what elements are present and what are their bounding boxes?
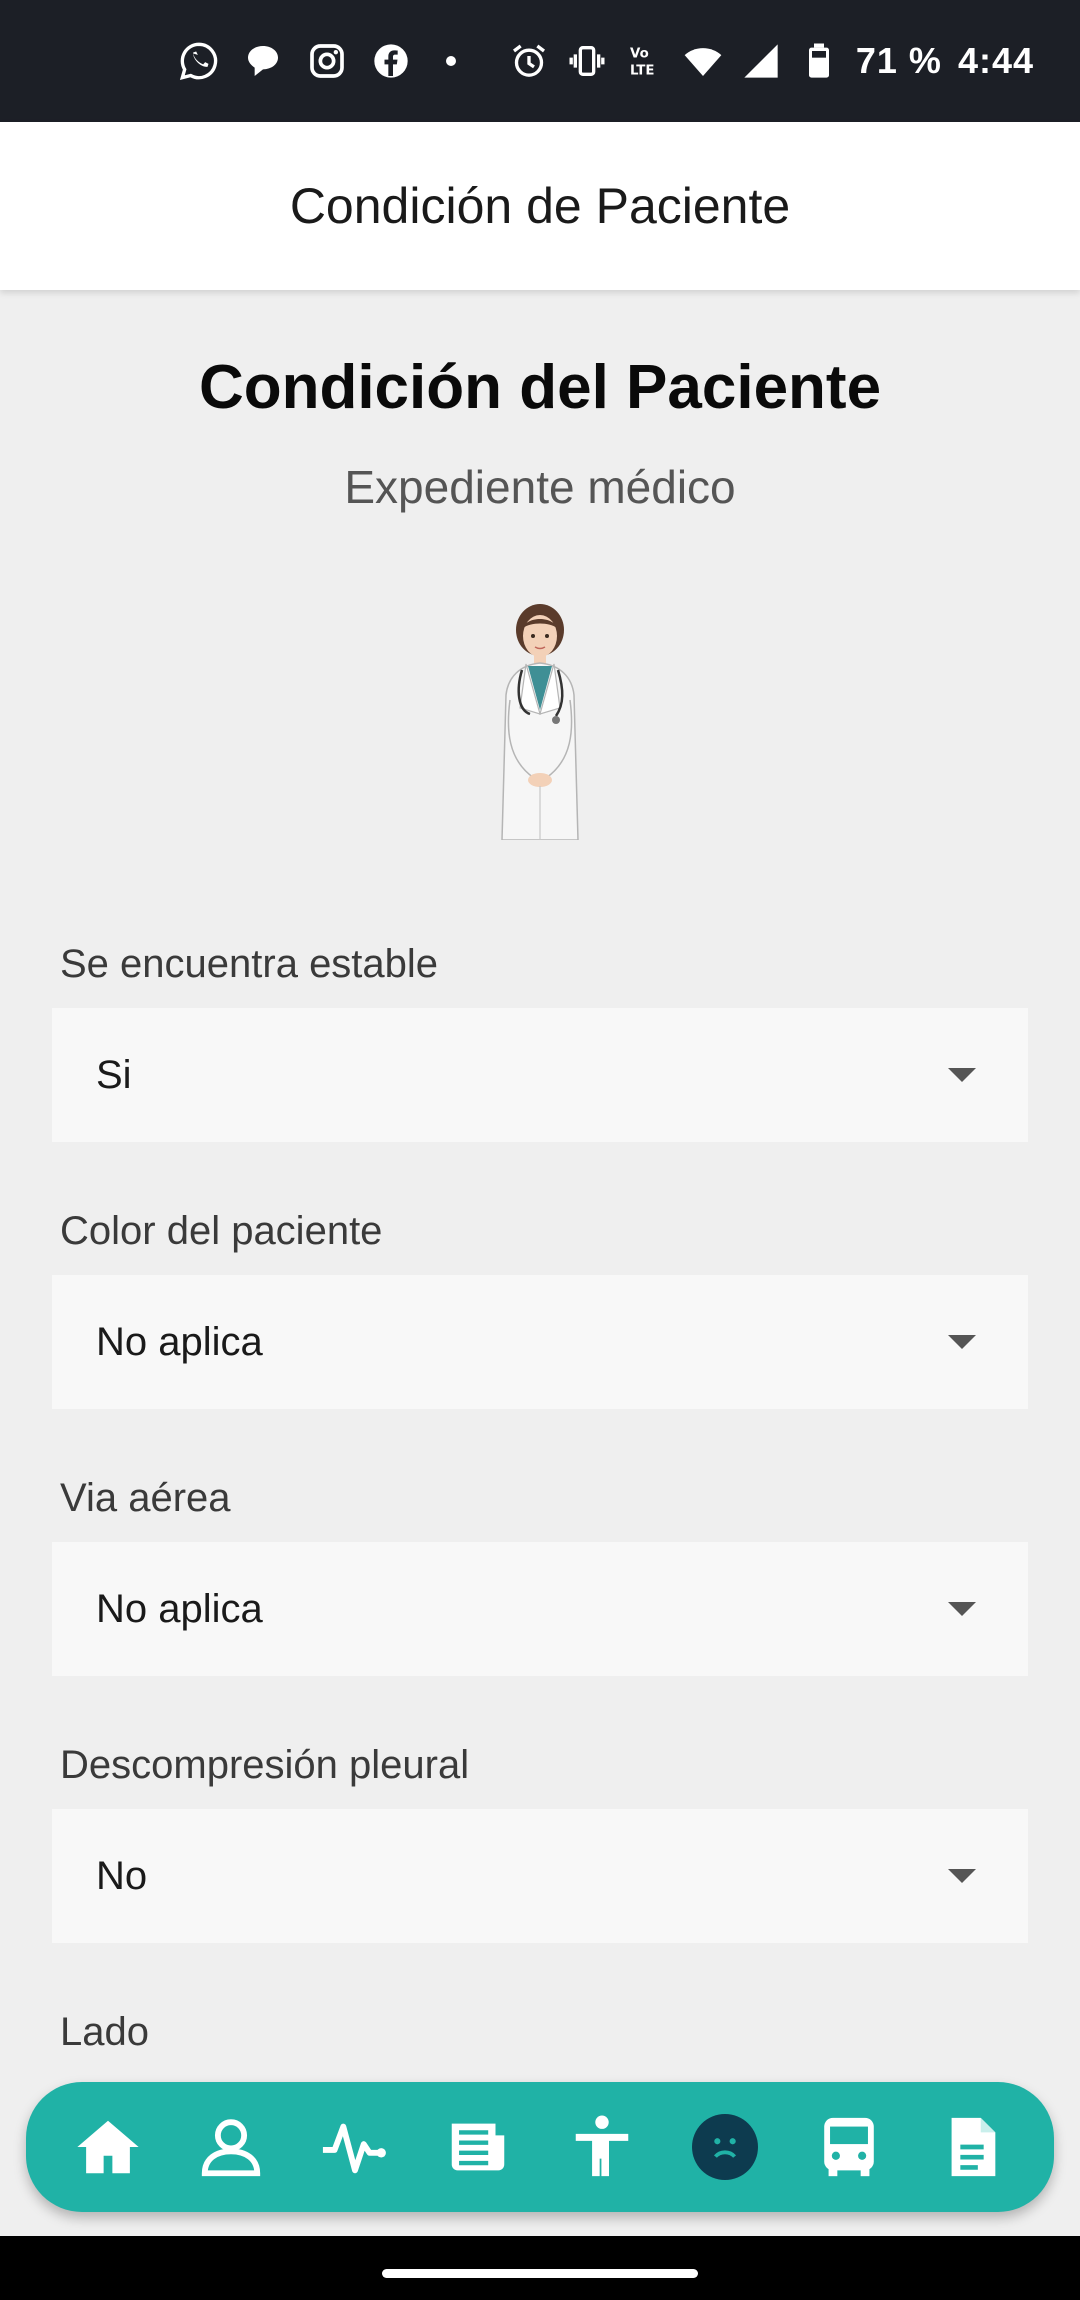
signal-icon <box>740 40 782 82</box>
person-icon <box>202 2119 261 2177</box>
estable-select-value: Si <box>96 1052 132 1097</box>
field-label-descompresion: Descompresión pleural <box>60 1743 470 1787</box>
page-subtitle: Expediente médico <box>344 461 736 513</box>
system-icons: Vo LTE 71 % 4:44 <box>508 40 1034 82</box>
svg-text:LTE: LTE <box>630 63 654 78</box>
newspaper-icon <box>452 2123 505 2171</box>
color-select[interactable]: No aplica <box>52 1275 1028 1409</box>
bottom-nav <box>26 2082 1054 2212</box>
dropdown-arrow-icon <box>948 1335 976 1349</box>
chat-bubble-icon <box>242 40 284 82</box>
field-label-color: Color del paciente <box>60 1209 383 1253</box>
dropdown-arrow-icon <box>948 1602 976 1616</box>
alarm-icon <box>508 40 550 82</box>
heartbeat-icon <box>322 2123 386 2174</box>
dropdown-arrow-icon <box>948 1869 976 1883</box>
doctor-illustration <box>501 604 579 840</box>
home-icon <box>77 2120 139 2174</box>
nav-condition[interactable] <box>679 2101 771 2193</box>
home-gesture-handle[interactable] <box>382 2269 698 2278</box>
bus-icon <box>823 2117 874 2177</box>
nav-body[interactable] <box>556 2101 648 2193</box>
more-notifications-dot <box>446 56 456 66</box>
estable-select[interactable]: Si <box>52 1008 1028 1142</box>
via-aerea-select-value: No aplica <box>96 1586 263 1631</box>
dropdown-arrow-icon <box>948 1068 976 1082</box>
system-navigation-bar <box>0 2236 1080 2300</box>
field-label-via-aerea: Via aérea <box>60 1476 231 1520</box>
field-label-lado: Lado <box>60 2010 149 2054</box>
nav-profile[interactable] <box>185 2101 277 2193</box>
descompresion-select-value: No <box>96 1853 148 1898</box>
nav-transport[interactable] <box>803 2101 895 2193</box>
battery-percent: 71 % <box>855 40 942 81</box>
vibrate-icon <box>566 40 608 82</box>
app-bar-title: Condición de Paciente <box>289 178 791 234</box>
color-select-value: No aplica <box>96 1319 263 1364</box>
sad-face-icon <box>714 2138 737 2158</box>
wifi-icon <box>682 40 724 82</box>
nav-home[interactable] <box>62 2101 154 2193</box>
volte-icon: Vo LTE <box>624 40 666 82</box>
instagram-icon <box>306 40 348 82</box>
svg-text:Vo: Vo <box>630 47 649 62</box>
descompresion-select[interactable]: No <box>52 1809 1028 1943</box>
nav-documents[interactable] <box>926 2101 1018 2193</box>
page-title: Condición del Paciente <box>198 353 882 422</box>
status-bar: Vo LTE 71 % 4:44 <box>0 0 1080 122</box>
battery-icon <box>798 40 840 82</box>
facebook-icon <box>370 40 412 82</box>
notification-icons <box>178 40 456 82</box>
field-label-estable: Se encuentra estable <box>60 942 439 986</box>
nav-vitals[interactable] <box>309 2101 401 2193</box>
app-bar: Condición de Paciente <box>0 122 1080 290</box>
whatsapp-icon <box>178 40 220 82</box>
body-icon <box>575 2115 628 2177</box>
clock: 4:44 <box>957 40 1034 81</box>
nav-condition-active-indicator <box>692 2114 759 2180</box>
via-aerea-select[interactable]: No aplica <box>52 1542 1028 1676</box>
document-icon <box>951 2117 996 2177</box>
nav-news[interactable] <box>432 2101 524 2193</box>
